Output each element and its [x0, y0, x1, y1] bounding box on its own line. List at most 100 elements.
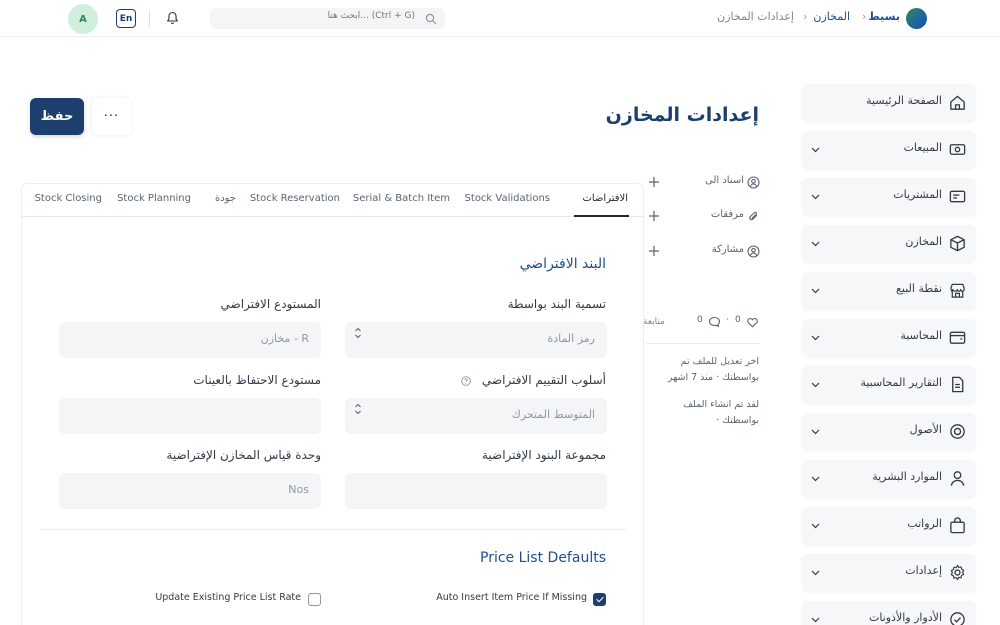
default-stock-uom-field[interactable]: Nos	[59, 473, 321, 509]
sidebar-item-roles-permissions[interactable]: الأدوار والأذونات	[802, 601, 976, 625]
valuation-method-select[interactable]: المتوسط المتحرك	[345, 398, 607, 434]
sample-retention-warehouse-label: مستودع الاحتفاظ بالعينات	[193, 373, 321, 387]
navbar-divider	[149, 10, 150, 27]
page-title: إعدادات المخازن	[605, 104, 759, 126]
sidebar-item-purchases[interactable]: المشتريات	[802, 178, 976, 216]
search-icon	[425, 13, 437, 25]
add-attachment-plus-icon[interactable]	[648, 210, 660, 222]
add-assign-plus-icon[interactable]	[648, 176, 660, 188]
chevron-down-icon	[811, 523, 820, 529]
activity-text: بواسطتك · منذ 7 اشهر	[667, 372, 759, 383]
add-user-icon	[747, 176, 760, 189]
sidebar-item-label: المشتريات	[893, 188, 942, 201]
comments-count: 0	[697, 315, 703, 325]
assign-to-label: اسناد الى	[704, 175, 744, 186]
auto-insert-price-checkbox[interactable]	[593, 593, 606, 606]
sidebar-item-sales[interactable]: المبيعات	[802, 131, 976, 169]
section-price-list-defaults-title: Price List Defaults	[480, 550, 606, 566]
valuation-method-label: أسلوب التقييم الافتراضي	[481, 373, 606, 387]
tab-stock-reservation[interactable]: Stock Reservation	[250, 193, 340, 204]
likes-count: 0	[735, 315, 741, 325]
settings-form-card: الافتراضات Stock Validations Serial & Ba…	[21, 183, 644, 625]
attachments-row[interactable]: مرفقات	[648, 208, 760, 226]
help-icon[interactable]	[461, 376, 471, 386]
wallet-icon	[949, 331, 966, 344]
select-arrows-icon	[355, 403, 361, 415]
share-user-icon	[747, 245, 760, 258]
sidebar-item-label: إعدادات	[905, 564, 942, 577]
count-separator: ·	[726, 315, 729, 325]
sidebar-item-label: الرواتب	[907, 517, 942, 530]
section-default-item-title: البند الافتراضي	[519, 256, 606, 272]
sidebar-item-label: الأصول	[909, 423, 942, 436]
item-naming-select[interactable]: رمز المادة	[345, 322, 607, 358]
chevron-down-icon	[811, 476, 820, 482]
sidebar-item-assets[interactable]: الأصول	[802, 413, 976, 451]
default-item-group-field[interactable]	[345, 473, 607, 509]
share-row[interactable]: مشاركة	[648, 243, 760, 261]
sidebar-item-pos[interactable]: نقطة البيع	[802, 272, 976, 310]
breadcrumb-current[interactable]: إعدادات المخازن	[717, 10, 794, 23]
sample-retention-warehouse-field[interactable]	[59, 398, 321, 434]
comment-icon[interactable]	[708, 316, 721, 328]
store-icon	[950, 283, 965, 298]
save-button[interactable]: حفظ	[30, 98, 84, 135]
purchases-icon	[949, 190, 966, 203]
tab-quality[interactable]: جودة	[215, 193, 236, 204]
sidebar-item-label: التقارير المحاسبية	[860, 376, 942, 389]
chevron-down-icon	[811, 194, 820, 200]
chevron-down-icon	[811, 570, 820, 576]
search-box[interactable]	[210, 8, 445, 29]
follow-link[interactable]: متابعة	[643, 317, 665, 327]
brand-link[interactable]: بسيط	[868, 10, 900, 23]
auto-insert-price-label: Auto Insert Item Price If Missing	[436, 592, 587, 603]
chevron-down-icon	[811, 147, 820, 153]
sidebar-item-label: الصفحة الرئيسية	[866, 94, 942, 107]
brand-logo-icon[interactable]	[906, 8, 927, 29]
tab-defaults[interactable]: الافتراضات	[582, 193, 628, 204]
default-warehouse-field[interactable]: مخازن - R	[59, 322, 321, 358]
sidebar-item-settings[interactable]: إعدادات	[802, 554, 976, 592]
sidebar-item-stock[interactable]: المخازن	[802, 225, 976, 263]
section-divider	[41, 529, 626, 530]
chevron-down-icon	[811, 335, 820, 341]
more-actions-button[interactable]: ···	[92, 98, 131, 135]
item-naming-label: تسمية البند بواسطة	[507, 297, 606, 311]
default-stock-uom-label: وحدة قياس المخازن الإفتراضية	[166, 448, 321, 462]
sidebar-item-financial-reports[interactable]: التقارير المحاسبية	[802, 366, 976, 404]
tab-serial-batch-item[interactable]: Serial & Batch Item	[353, 193, 450, 204]
breadcrumb-parent-link[interactable]: المخازن	[813, 10, 850, 23]
home-icon	[950, 95, 965, 110]
sales-icon	[949, 144, 966, 155]
sidebar-item-payroll[interactable]: الرواتب	[802, 507, 976, 545]
assets-icon	[950, 424, 965, 439]
tab-stock-validations[interactable]: Stock Validations	[465, 193, 550, 204]
select-arrows-icon	[355, 327, 361, 339]
add-share-plus-icon[interactable]	[648, 245, 660, 257]
heart-icon[interactable]	[746, 316, 759, 328]
sidebar-item-home[interactable]: الصفحة الرئيسية	[802, 84, 976, 122]
gear-icon	[950, 564, 965, 581]
default-item-group-label: مجموعة البنود الإفتراضية	[481, 448, 606, 462]
default-warehouse-value: مخازن - R	[260, 332, 309, 345]
sidebar-item-accounting[interactable]: المحاسبة	[802, 319, 976, 357]
tab-stock-planning[interactable]: Stock Planning	[117, 193, 191, 204]
item-naming-value: رمز المادة	[547, 332, 595, 345]
chevron-down-icon	[811, 617, 820, 623]
user-avatar[interactable]: A	[68, 4, 98, 34]
paperclip-icon	[749, 211, 758, 221]
language-toggle-button[interactable]: En	[116, 9, 136, 28]
sidebar-item-label: المخازن	[905, 235, 942, 248]
chevron-down-icon	[811, 288, 820, 294]
search-input[interactable]	[225, 11, 415, 21]
report-icon	[952, 376, 964, 393]
sidebar-item-hr[interactable]: الموارد البشرية	[802, 460, 976, 498]
tab-stock-closing[interactable]: Stock Closing	[35, 193, 102, 204]
sidebar-item-label: المبيعات	[903, 141, 942, 154]
sidebar-item-label: المحاسبة	[900, 329, 942, 342]
sidebar: الصفحة الرئيسية المبيعات المشتريات المخا…	[802, 84, 976, 625]
assign-to-row[interactable]: اسناد الى	[648, 174, 760, 192]
activity-text: لقد تم انشاء الملف	[683, 399, 759, 410]
notification-bell-icon[interactable]	[166, 11, 179, 25]
update-price-list-rate-checkbox[interactable]	[308, 593, 321, 606]
